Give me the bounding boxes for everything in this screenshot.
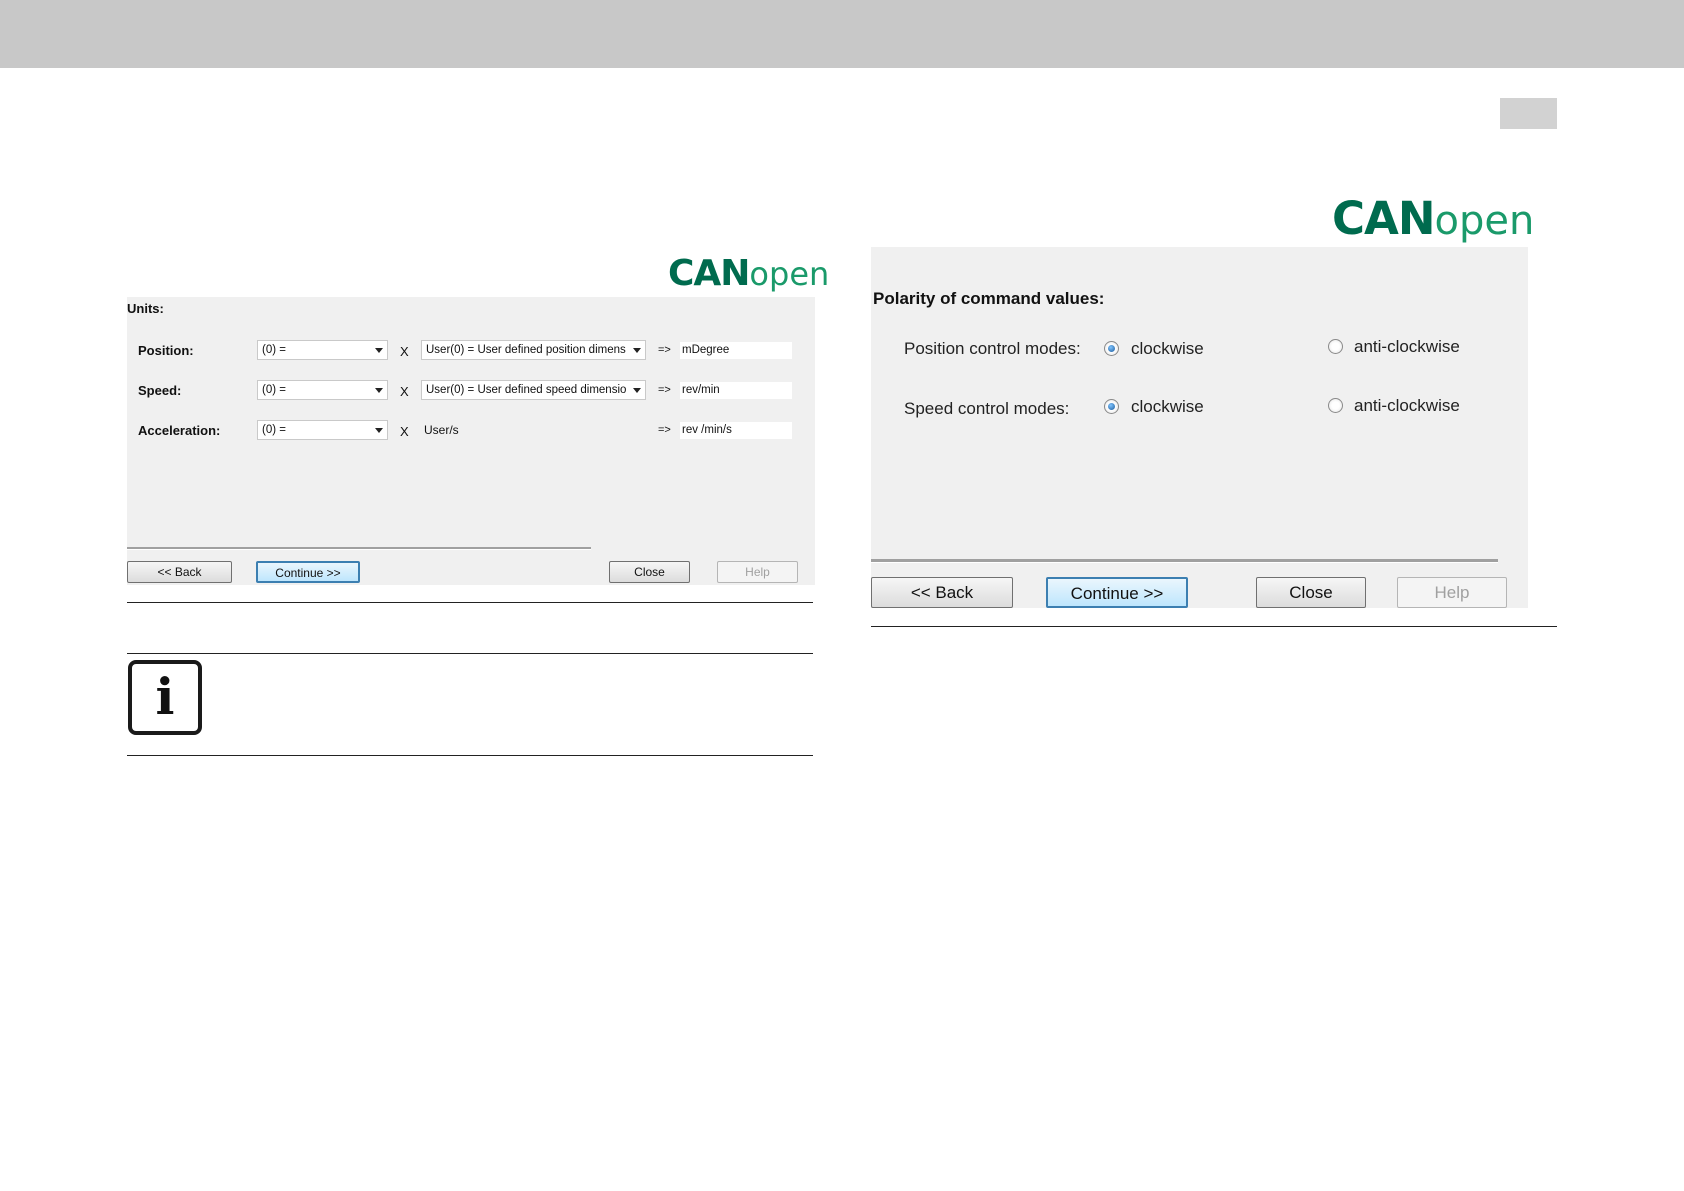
help-button[interactable]: Help (1397, 577, 1507, 608)
result-arrow: => (658, 424, 671, 436)
speed-clockwise-radio[interactable] (1104, 399, 1119, 414)
info-icon: i (128, 660, 202, 735)
speed-factor-select[interactable]: (0) = (257, 380, 388, 400)
caption-rule (127, 602, 813, 603)
speed-anticlockwise-radio[interactable] (1328, 398, 1343, 413)
position-result-field: mDegree (680, 342, 792, 359)
acceleration-factor-select[interactable]: (0) = (257, 420, 388, 440)
times-sign: X (400, 424, 409, 439)
position-clockwise-label: clockwise (1131, 339, 1204, 358)
position-anticlockwise-label: anti-clockwise (1354, 337, 1460, 356)
note-bottom-rule (127, 755, 813, 756)
close-button[interactable]: Close (609, 561, 690, 583)
note-top-rule (127, 653, 813, 654)
acceleration-unit-text: User/s (424, 423, 459, 437)
caption-rule (871, 626, 1557, 627)
position-label: Position: (138, 343, 194, 358)
back-button[interactable]: << Back (871, 577, 1013, 608)
position-control-label: Position control modes: (904, 339, 1081, 358)
polarity-dialog: Polarity of command values: Position con… (871, 247, 1528, 608)
canopen-logo: CAN open (668, 253, 830, 294)
speed-unit-select[interactable]: User(0) = User defined speed dimensio (421, 380, 646, 400)
units-heading: Units: (127, 301, 164, 316)
position-clockwise-radio[interactable] (1104, 341, 1119, 356)
dialog-separator (871, 559, 1498, 563)
polarity-heading: Polarity of command values: (873, 289, 1105, 308)
speed-control-label: Speed control modes: (904, 399, 1070, 418)
position-unit-select[interactable]: User(0) = User defined position dimens (421, 340, 646, 360)
chevron-down-icon (633, 348, 641, 353)
speed-label: Speed: (138, 383, 182, 398)
result-arrow: => (658, 384, 671, 396)
dialog-separator (127, 547, 591, 550)
acceleration-result-field: rev /min/s (680, 422, 792, 439)
units-dialog: Units: Position: (0) = X User(0) = User … (127, 297, 815, 585)
close-button[interactable]: Close (1256, 577, 1366, 608)
continue-button[interactable]: Continue >> (1046, 577, 1188, 608)
chevron-down-icon (375, 348, 383, 353)
page-header-bar (0, 0, 1684, 68)
times-sign: X (400, 384, 409, 399)
position-anticlockwise-radio[interactable] (1328, 339, 1343, 354)
speed-anticlockwise-label: anti-clockwise (1354, 396, 1460, 415)
result-arrow: => (658, 344, 671, 356)
chevron-down-icon (375, 388, 383, 393)
chevron-down-icon (633, 388, 641, 393)
times-sign: X (400, 344, 409, 359)
canopen-logo: CAN open (1332, 192, 1535, 245)
position-factor-select[interactable]: (0) = (257, 340, 388, 360)
page-number-badge (1500, 98, 1557, 129)
back-button[interactable]: << Back (127, 561, 232, 583)
chevron-down-icon (375, 428, 383, 433)
acceleration-label: Acceleration: (138, 423, 221, 438)
speed-clockwise-label: clockwise (1131, 397, 1204, 416)
continue-button[interactable]: Continue >> (256, 561, 360, 583)
help-button[interactable]: Help (717, 561, 798, 583)
speed-result-field: rev/min (680, 382, 792, 399)
